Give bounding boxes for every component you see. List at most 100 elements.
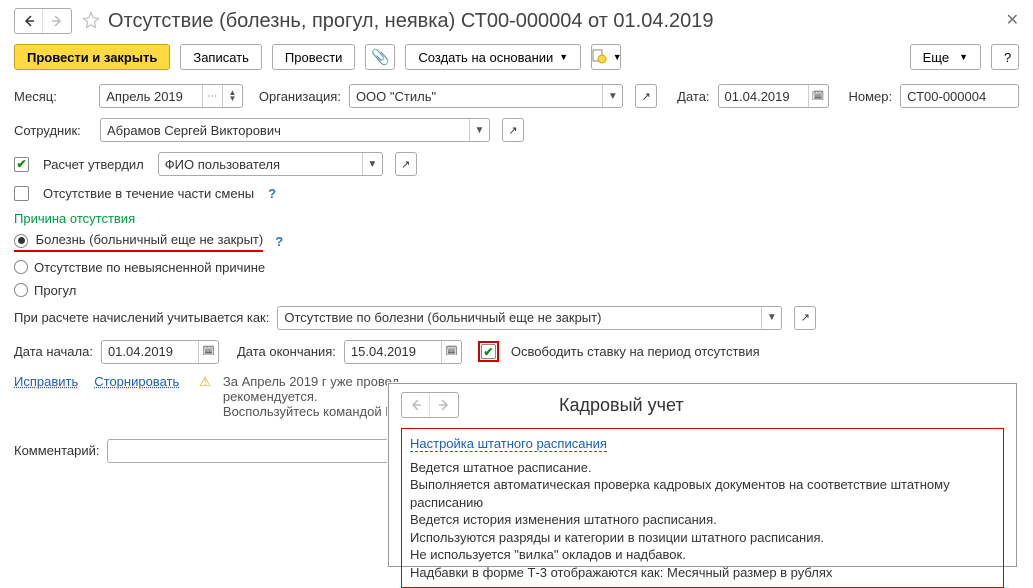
chevron-down-icon[interactable]: ▼ [761,307,781,329]
help-icon[interactable]: ? [275,234,283,249]
date-label: Дата: [677,89,709,104]
chevron-down-icon[interactable]: ▼ [469,119,489,141]
nav-forward-button[interactable] [43,9,71,33]
comment-input[interactable] [107,439,391,463]
nav-buttons [14,8,72,34]
close-icon[interactable]: ✕ [1006,10,1019,30]
release-rate-checkbox[interactable] [481,344,496,359]
end-date-label: Дата окончания: [237,344,336,359]
release-rate-highlight [478,341,499,362]
attach-button[interactable]: 📎 [365,44,395,70]
reason-illness-label: Болезнь (больничный еще не закрыт) [36,232,264,247]
approved-open-button[interactable]: ↗ [395,152,417,176]
arrow-right-icon [51,15,63,27]
staffing-settings-link[interactable]: Настройка штатного расписания [410,436,607,452]
post-button[interactable]: Провести [272,44,356,70]
number-value: СТ00-000004 [901,89,1018,104]
org-label: Организация: [259,89,341,104]
more-label: Еще [923,50,949,65]
popup-nav-back-button[interactable] [402,393,430,417]
partial-shift-label: Отсутствие в течение части смены [43,186,254,201]
popup-body: Настройка штатного расписания Ведется шт… [401,428,1004,588]
calendar-icon[interactable]: 🗓 [198,341,218,363]
calc-type-value: Отсутствие по болезни (больничный еще не… [278,310,761,325]
calc-label: При расчете начислений учитывается как: [14,310,269,325]
org-value: ООО "Стиль" [350,89,602,104]
approved-checkbox[interactable] [14,157,29,172]
more-button[interactable]: Еще ▼ [910,44,981,70]
print-menu-button[interactable]: ▼ [591,44,621,70]
create-based-label: Создать на основании [418,50,553,65]
spinner-button[interactable]: ▲▼ [222,85,242,107]
org-input[interactable]: ООО "Стиль" ▼ [349,84,623,108]
favorite-star-icon[interactable] [82,11,100,32]
date-input[interactable]: 01.04.2019 🗓 [718,84,829,108]
fix-link[interactable]: Исправить [14,374,78,389]
chevron-down-icon[interactable]: ▼ [602,85,622,107]
popup-text-5: Не используется "вилка" окладов и надбав… [410,546,995,564]
start-date-label: Дата начала: [14,344,93,359]
arrow-right-icon [438,399,450,411]
comment-label: Комментарий: [14,443,99,458]
popup-nav-buttons [401,392,459,418]
chevron-down-icon[interactable]: ▼ [362,153,382,175]
ellipsis-button[interactable]: ⋯ [202,85,222,107]
number-input[interactable]: СТ00-000004 [900,84,1019,108]
popup-text-4: Используются разряды и категории в позиц… [410,529,995,547]
reason-illness-container: Болезнь (больничный еще не закрыт) [14,232,263,252]
number-label: Номер: [849,89,893,104]
popup-text-2: Выполняется автоматическая проверка кадр… [410,476,995,511]
arrow-left-icon [410,399,422,411]
approved-value: ФИО пользователя [159,157,362,172]
arrow-left-icon [23,15,35,27]
calc-open-button[interactable]: ↗ [794,306,816,330]
employee-value: Абрамов Сергей Викторович [101,123,469,138]
partial-shift-checkbox[interactable] [14,186,29,201]
month-label: Месяц: [14,89,91,104]
post-and-close-button[interactable]: Провести и закрыть [14,44,170,70]
release-rate-label: Освободить ставку на период отсутствия [511,344,760,359]
reason-section-title: Причина отсутствия [14,211,1019,226]
save-button[interactable]: Записать [180,44,262,70]
reverse-link[interactable]: Сторнировать [94,374,179,389]
help-button[interactable]: ? [991,44,1019,70]
month-input[interactable]: Апрель 2019 ⋯ ▲▼ [99,84,243,108]
employee-open-button[interactable]: ↗ [502,118,524,142]
employee-label: Сотрудник: [14,123,92,138]
paperclip-icon: 📎 [371,48,390,66]
nav-back-button[interactable] [15,9,43,33]
popup-text-3: Ведется история изменения штатного распи… [410,511,995,529]
org-open-button[interactable]: ↗ [635,84,657,108]
reason-radio-illness[interactable] [14,234,28,248]
start-date-input[interactable]: 01.04.2019 🗓 [101,340,219,364]
end-date-input[interactable]: 15.04.2019 🗓 [344,340,462,364]
report-icon [591,48,607,67]
calendar-icon[interactable]: 🗓 [808,85,828,107]
calendar-icon[interactable]: 🗓 [441,341,461,363]
reason-truancy-label: Прогул [34,283,76,298]
popup-title: Кадровый учет [559,395,684,416]
warning-text: За Апрель 2019 г уже провед рекомендуетс… [223,374,399,419]
approved-label: Расчет утвердил [43,157,144,172]
warning-icon: ⚠ [199,374,211,390]
warning-line2: рекомендуется. [223,389,318,404]
reason-unknown-label: Отсутствие по невыясненной причине [34,260,265,275]
end-date-value: 15.04.2019 [345,344,441,359]
window-title: Отсутствие (болезнь, прогул, неявка) СТ0… [108,10,714,33]
hr-settings-popup: Кадровый учет Настройка штатного расписа… [388,383,1017,567]
chevron-down-icon: ▼ [959,52,968,62]
start-date-value: 01.04.2019 [102,344,198,359]
help-icon[interactable]: ? [268,186,276,201]
warning-line1: За Апрель 2019 г уже провед [223,374,399,389]
date-value: 01.04.2019 [719,89,808,104]
warning-line3: Воспользуйтесь командой И [223,404,395,419]
approved-user-input[interactable]: ФИО пользователя ▼ [158,152,383,176]
popup-nav-forward-button[interactable] [430,393,458,417]
reason-radio-unknown[interactable] [14,260,28,274]
calc-type-input[interactable]: Отсутствие по болезни (больничный еще не… [277,306,782,330]
employee-input[interactable]: Абрамов Сергей Викторович ▼ [100,118,490,142]
reason-radio-truancy[interactable] [14,283,28,297]
chevron-down-icon: ▼ [613,52,622,62]
create-based-on-button[interactable]: Создать на основании▼ [405,44,581,70]
popup-text-1: Ведется штатное расписание. [410,459,995,477]
